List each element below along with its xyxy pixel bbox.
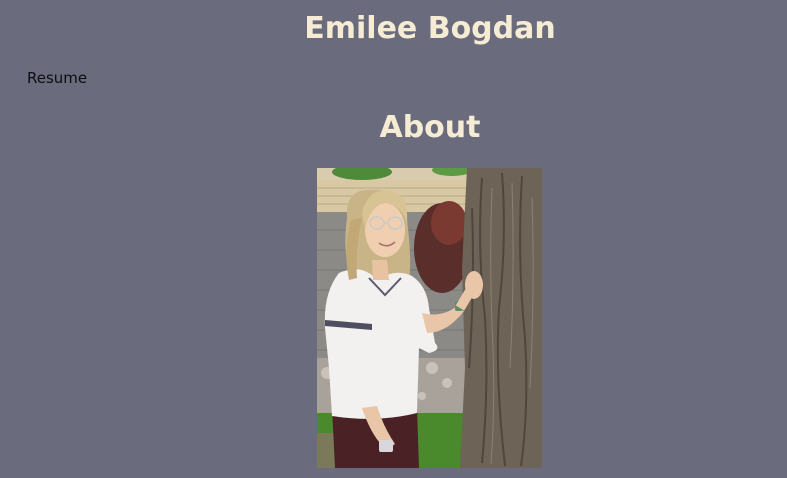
profile-photo-illustration bbox=[317, 168, 542, 468]
main-nav: Resume bbox=[27, 68, 87, 88]
profile-photo bbox=[317, 168, 542, 468]
site-title: Emilee Bogdan bbox=[304, 11, 556, 46]
about-heading: About bbox=[379, 110, 481, 145]
nav-link-resume[interactable]: Resume bbox=[27, 69, 87, 87]
